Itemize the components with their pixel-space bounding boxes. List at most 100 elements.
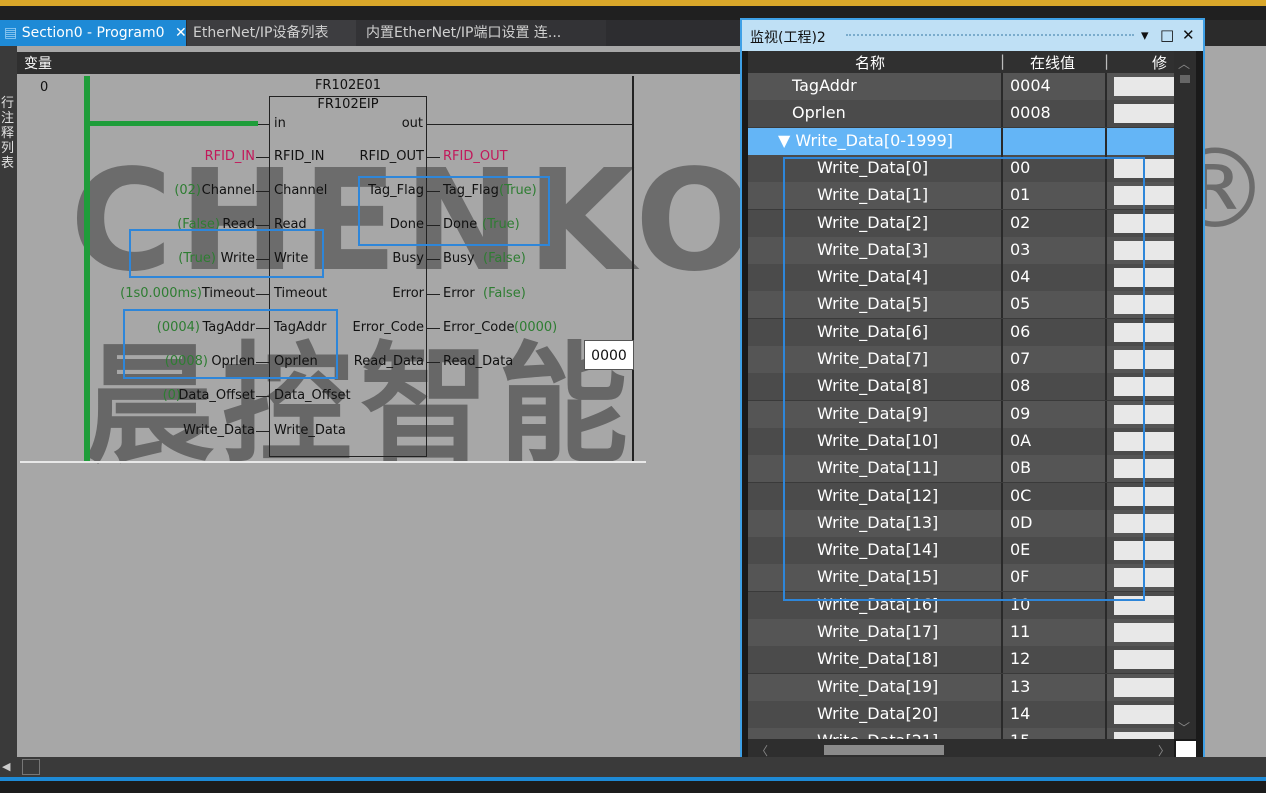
column-divider <box>1001 673 1003 701</box>
pin-read-data: Read_Data <box>353 354 424 369</box>
table-row[interactable]: Write_Data[18] 12 <box>748 646 1174 674</box>
modify-value-field[interactable] <box>1114 732 1174 739</box>
scroll-down-icon[interactable]: ﹀ <box>1178 719 1190 736</box>
pin-wire <box>256 431 269 432</box>
column-divider <box>1105 619 1107 646</box>
tab-ethernetip-device-list[interactable]: EtherNet/IP设备列表 <box>187 20 361 46</box>
pin-write-data: Write_Data <box>274 423 346 438</box>
column-divider <box>1105 646 1107 674</box>
monitor-title: 监视(工程)2 <box>750 30 826 46</box>
arg-read-data[interactable]: Read_Data <box>443 354 513 369</box>
row-name: ▼ Write_Data[0-1999] <box>778 130 953 150</box>
arg-rfid-out[interactable]: RFID_OUT <box>443 149 508 164</box>
dropdown-icon[interactable]: ▾ <box>1141 26 1149 44</box>
modify-value-field[interactable] <box>1114 623 1174 642</box>
arg-busy[interactable]: Busy <box>443 251 475 266</box>
pin-wire <box>427 294 440 295</box>
highlight-box-write <box>129 229 324 278</box>
modify-value-field[interactable] <box>1114 104 1174 124</box>
table-row[interactable]: TagAddr 0004 <box>748 73 1174 100</box>
column-divider <box>1001 728 1003 739</box>
row-name: Write_Data[18] <box>817 649 939 669</box>
scroll-up-icon[interactable]: ︿ <box>1178 55 1190 72</box>
row-name: Oprlen <box>792 103 846 123</box>
highlight-box-write-data <box>783 157 1145 601</box>
arg-error-code[interactable]: Error_Code <box>443 320 514 335</box>
row-online-value: 0008 <box>1010 103 1051 123</box>
column-divider: | <box>1104 52 1110 70</box>
row-name: TagAddr <box>792 76 857 95</box>
row-name: Write_Data[21] <box>817 731 938 739</box>
pin-wire <box>256 294 269 295</box>
rung-separator <box>20 461 646 463</box>
table-row[interactable]: Write_Data[19] 13 <box>748 673 1174 701</box>
row-online-value: 14 <box>1010 703 1031 723</box>
close-icon[interactable]: ✕ <box>1182 26 1195 44</box>
row-comment-list-label: 行注释列表 <box>1 96 15 171</box>
maximize-icon[interactable]: □ <box>1160 26 1174 44</box>
editor-horizontal-scrollbar[interactable]: ◀ <box>0 757 1266 777</box>
column-header-name[interactable]: 名称 <box>855 52 885 73</box>
arg-channel[interactable]: Channel <box>202 183 255 198</box>
tab-section0-program0[interactable]: ▤ Section0 - Program0 ✕ <box>0 20 187 46</box>
row-name: Write_Data[20] <box>817 703 939 723</box>
modify-value-field[interactable] <box>1114 650 1174 670</box>
arg-error[interactable]: Error <box>443 286 475 301</box>
table-row[interactable]: Oprlen 0008 <box>748 100 1174 128</box>
column-header-online[interactable]: 在线值 <box>1030 52 1075 73</box>
pin-error-code: Error_Code <box>352 320 424 335</box>
scroll-thumb[interactable] <box>824 745 944 755</box>
highlight-box-tagflag-done <box>358 176 550 246</box>
row-comment-list-strip[interactable]: 行注释列表 <box>0 46 17 757</box>
variables-label: 变量 <box>24 56 52 72</box>
value-tooltip: 0000 <box>584 340 634 370</box>
column-divider <box>1105 127 1107 155</box>
modify-value-field[interactable] <box>1114 677 1174 697</box>
tab-label: EtherNet/IP设备列表 <box>193 25 329 41</box>
scroll-thumb[interactable] <box>22 759 40 775</box>
fb-instance-name[interactable]: FR102E01 <box>269 78 427 93</box>
tab-ethernetip-port-settings[interactable]: 内置EtherNet/IP端口设置 连... <box>356 20 606 46</box>
pin-timeout: Timeout <box>274 286 328 301</box>
scroll-left-icon[interactable]: ◀ <box>2 760 10 773</box>
modify-value-field[interactable] <box>1114 704 1174 724</box>
arg-data-offset[interactable]: Data_Offset <box>178 388 255 403</box>
row-online-value: 13 <box>1010 676 1031 696</box>
monitor-vertical-scrollbar[interactable]: ︿ ﹀ <box>1174 51 1196 739</box>
close-icon[interactable]: ✕ <box>175 25 187 41</box>
pin-wire <box>256 157 269 158</box>
tab-bar: ▤ Section0 - Program0 ✕ EtherNet/IP设备列表 … <box>0 20 740 46</box>
arg-rfid-in[interactable]: RFID_IN <box>205 149 255 164</box>
arg-timeout[interactable]: Timeout <box>202 286 255 301</box>
pin-wire <box>427 157 440 158</box>
column-divider <box>1001 127 1003 155</box>
pin-wire <box>427 328 440 329</box>
table-row[interactable]: ▼ Write_Data[0-1999] <box>748 127 1174 155</box>
pin-wire <box>258 124 269 125</box>
column-divider <box>1001 73 1003 100</box>
drag-grip[interactable] <box>846 34 1134 39</box>
right-power-rail <box>632 76 634 462</box>
pin-wire <box>256 225 269 226</box>
pin-out: out <box>401 116 423 131</box>
monitor-titlebar[interactable]: 监视(工程)2 ▾ □ ✕ <box>742 20 1203 51</box>
table-row[interactable]: Write_Data[20] 14 <box>748 700 1174 728</box>
table-row[interactable]: Write_Data[17] 11 <box>748 619 1174 646</box>
table-row[interactable]: Write_Data[21] 15 <box>748 728 1174 739</box>
pin-data-offset: Data_Offset <box>274 388 351 403</box>
pin-wire <box>256 191 269 192</box>
value-error: (False) <box>483 286 526 301</box>
arg-write-data[interactable]: Write_Data <box>183 423 255 438</box>
scroll-thumb[interactable] <box>1180 75 1190 83</box>
column-divider <box>1105 728 1107 739</box>
modify-value-field[interactable] <box>1114 77 1174 96</box>
column-divider <box>1001 646 1003 674</box>
tab-label: Section0 - Program0 <box>21 25 165 41</box>
row-online-value: 12 <box>1010 649 1031 669</box>
column-divider <box>1001 100 1003 128</box>
row-online-value: 0004 <box>1010 76 1051 95</box>
pin-in: in <box>274 116 286 131</box>
monitor-window[interactable]: 监视(工程)2 ▾ □ ✕ 名称 | 在线值 | 修改 TagAddr 0004 O… <box>740 18 1205 768</box>
rung-number: 0 <box>40 80 49 95</box>
variables-bar[interactable]: 变量 <box>17 52 740 74</box>
